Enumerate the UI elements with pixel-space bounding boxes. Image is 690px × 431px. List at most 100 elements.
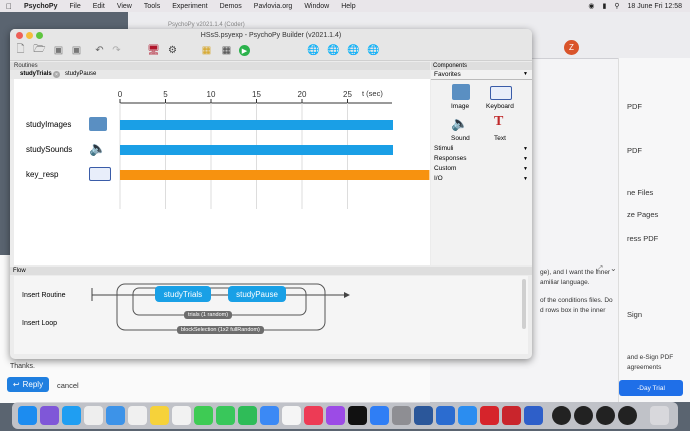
settings-gear-icon[interactable]: ⚙ — [166, 44, 179, 57]
zoom-window-button[interactable] — [36, 32, 43, 39]
chevron-down-icon[interactable]: ▼ — [523, 176, 528, 182]
menu-demos[interactable]: Demos — [220, 3, 242, 10]
psychopy-window-thumb-icon[interactable] — [574, 406, 593, 425]
category-io[interactable]: I/O — [434, 175, 443, 182]
flow-routine-studypause[interactable]: studyPause — [228, 286, 286, 302]
favorites-header[interactable]: Favorites — [434, 71, 461, 78]
menu-help[interactable]: Help — [341, 3, 355, 10]
open-folder-icon[interactable]: 🗁 — [33, 44, 46, 57]
mail-icon[interactable] — [106, 406, 125, 425]
menu-view[interactable]: View — [117, 3, 132, 10]
run-button[interactable]: ▶ — [238, 44, 251, 57]
side-item-pages[interactable]: ze Pages — [627, 210, 658, 219]
wifi-icon[interactable]: ◉ — [588, 2, 594, 10]
trash-icon[interactable] — [650, 406, 669, 425]
side-item-pdf[interactable]: PDF — [627, 102, 642, 111]
keyboard-component-icon[interactable] — [89, 167, 111, 181]
component-label-studyimages[interactable]: studyImages — [26, 120, 71, 129]
undo-icon[interactable]: ↶ — [93, 44, 106, 57]
text-component-label[interactable]: Text — [494, 135, 506, 142]
sound-component-button-icon[interactable]: 🔈 — [451, 115, 468, 132]
finder-icon[interactable] — [18, 406, 37, 425]
pavlovia-project-icon[interactable]: 🌐 — [367, 44, 380, 57]
music-icon[interactable] — [304, 406, 323, 425]
side-item-files[interactable]: ne Files — [627, 188, 653, 197]
monitor-center-icon[interactable]: 🖥 — [147, 44, 160, 57]
chrome-icon[interactable] — [84, 406, 103, 425]
category-custom[interactable]: Custom — [434, 165, 456, 172]
redo-icon[interactable]: ↷ — [110, 44, 123, 57]
apple-icon[interactable]:  — [6, 2, 16, 11]
close-window-button[interactable] — [16, 32, 23, 39]
component-bar-studysounds[interactable] — [120, 145, 393, 155]
sound-component-icon[interactable]: 🔈 — [89, 140, 106, 157]
image-component-button-icon[interactable] — [452, 84, 470, 100]
new-file-icon[interactable]: 🗋 — [14, 44, 27, 57]
window-titlebar[interactable]: HSsS.psyexp - PsychoPy Builder (v2021.1.… — [10, 29, 532, 42]
menu-pavlovia[interactable]: Pavlovia.org — [254, 3, 293, 10]
compile-python-icon[interactable]: ▦ — [200, 44, 213, 57]
psychopy-window-thumb-icon[interactable] — [596, 406, 615, 425]
sound-component-label[interactable]: Sound — [451, 135, 470, 142]
minimize-window-button[interactable] — [26, 32, 33, 39]
loop-label-trials[interactable]: trials (1 random) — [184, 311, 233, 319]
menu-window[interactable]: Window — [304, 3, 329, 10]
acrobat-icon[interactable] — [480, 406, 499, 425]
word-icon[interactable] — [414, 406, 433, 425]
image-component-icon[interactable] — [89, 117, 107, 131]
image-component-label[interactable]: Image — [451, 103, 469, 110]
maps-icon[interactable] — [260, 406, 279, 425]
clock-text[interactable]: 18 June Fri 12:58 — [628, 3, 682, 10]
chevron-down-icon[interactable]: ▼ — [523, 71, 528, 77]
battery-icon[interactable]: ▮ — [603, 2, 607, 10]
photos-icon[interactable] — [172, 406, 191, 425]
menu-edit[interactable]: Edit — [93, 3, 105, 10]
siri-icon[interactable] — [40, 406, 59, 425]
psychopy-dock-icon[interactable] — [458, 406, 477, 425]
avatar[interactable]: Z — [564, 40, 579, 55]
free-trial-button[interactable]: -Day Trial — [619, 380, 683, 396]
pavlovia-user-icon[interactable]: 🌐 — [347, 44, 360, 57]
flow-scrollbar[interactable] — [522, 279, 526, 329]
keyboard-component-label[interactable]: Keyboard — [486, 103, 514, 110]
app-icon-red[interactable] — [502, 406, 521, 425]
calendar-icon[interactable] — [128, 406, 147, 425]
tab-studytrials[interactable]: studyTrials — [20, 71, 52, 77]
pavlovia-sync-icon[interactable]: 🌐 — [307, 44, 320, 57]
component-label-studysounds[interactable]: studySounds — [26, 145, 72, 154]
category-stimuli[interactable]: Stimuli — [434, 145, 454, 152]
menu-tools[interactable]: Tools — [144, 3, 160, 10]
tab-studypause[interactable]: studyPause — [65, 71, 96, 77]
psychopy-window-thumb-icon[interactable] — [618, 406, 637, 425]
save-icon[interactable]: ▣ — [52, 44, 65, 57]
expand-icon[interactable]: ⤢ — [596, 264, 602, 274]
side-item-pdf-2[interactable]: PDF — [627, 146, 642, 155]
component-bar-studyimages[interactable] — [120, 120, 393, 130]
close-tab-icon[interactable]: × — [53, 71, 60, 78]
save-as-icon[interactable]: ▣ — [70, 44, 83, 57]
podcasts-icon[interactable] — [326, 406, 345, 425]
chevron-down-icon[interactable]: ▼ — [523, 156, 528, 162]
chevron-down-icon[interactable]: ▼ — [523, 146, 528, 152]
category-responses[interactable]: Responses — [434, 155, 467, 162]
flow-routine-studytrials[interactable]: studyTrials — [155, 286, 211, 302]
zoom-icon[interactable] — [436, 406, 455, 425]
safari-icon[interactable] — [62, 406, 81, 425]
reply-button[interactable]: ↩ Reply — [7, 377, 49, 392]
runner-icon[interactable]: ▦ — [220, 44, 233, 57]
notes-icon[interactable] — [150, 406, 169, 425]
text-component-button-icon[interactable]: T — [494, 114, 503, 130]
messages-icon[interactable] — [216, 406, 235, 425]
app-store-icon[interactable] — [370, 406, 389, 425]
reminders-icon[interactable] — [282, 406, 301, 425]
menu-experiment[interactable]: Experiment — [172, 3, 207, 10]
loop-label-blockselection[interactable]: blockSelection (1x2 fullRandom) — [177, 326, 264, 334]
chevron-down-icon[interactable]: ▼ — [523, 166, 528, 172]
pavlovia-search-icon[interactable]: 🌐 — [327, 44, 340, 57]
menu-app-name[interactable]: PsychoPy — [24, 3, 57, 10]
side-item-sign[interactable]: Sign — [627, 310, 642, 319]
tv-icon[interactable] — [348, 406, 367, 425]
app-icon-blue[interactable] — [524, 406, 543, 425]
side-item-compress[interactable]: ress PDF — [627, 234, 658, 243]
component-label-keyresp[interactable]: key_resp — [26, 170, 58, 179]
